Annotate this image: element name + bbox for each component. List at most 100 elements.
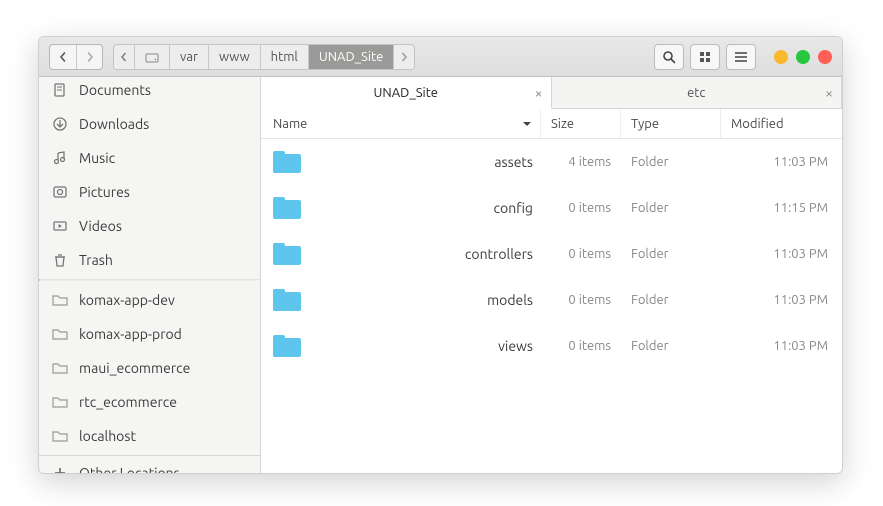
sidebar-item-label: Documents bbox=[79, 82, 151, 98]
music-icon bbox=[51, 149, 69, 167]
header-name-label: Name bbox=[273, 117, 307, 131]
search-button[interactable] bbox=[654, 44, 684, 70]
breadcrumb-disk[interactable] bbox=[135, 45, 170, 69]
sidebar-item-downloads[interactable]: Downloads bbox=[39, 107, 260, 141]
minimize-button[interactable] bbox=[774, 50, 788, 64]
sort-desc-icon bbox=[522, 120, 532, 128]
sidebar-item-label: Pictures bbox=[79, 184, 130, 200]
nav-buttons bbox=[49, 44, 103, 70]
sidebar-item-label: komax-app-dev bbox=[79, 292, 175, 308]
sidebar-item-label: Music bbox=[79, 150, 115, 166]
sidebar-item-label: maui_ecommerce bbox=[79, 360, 190, 376]
header-type[interactable]: Type bbox=[621, 109, 721, 138]
file-name: models bbox=[487, 292, 533, 308]
file-type: Folder bbox=[621, 185, 721, 231]
main-pane: UNAD_Site × etc × Name Size Type Modified a… bbox=[261, 77, 842, 473]
file-row[interactable]: controllers0 itemsFolder11:03 PM bbox=[261, 231, 842, 277]
chevron-left-icon bbox=[120, 52, 128, 62]
forward-button[interactable] bbox=[76, 45, 102, 69]
header-size-label: Size bbox=[551, 117, 574, 131]
close-button[interactable] bbox=[818, 50, 832, 64]
file-name: config bbox=[494, 200, 533, 216]
file-row[interactable]: models0 itemsFolder11:03 PM bbox=[261, 277, 842, 323]
grid-icon bbox=[699, 51, 711, 63]
header-modified-label: Modified bbox=[731, 117, 784, 131]
sidebar-item-label: komax-app-prod bbox=[79, 326, 182, 342]
sidebar-item-music[interactable]: Music bbox=[39, 141, 260, 175]
breadcrumb-root[interactable] bbox=[114, 45, 135, 69]
tab-close-button[interactable]: × bbox=[825, 85, 833, 101]
file-type: Folder bbox=[621, 277, 721, 323]
view-grid-button[interactable] bbox=[690, 44, 720, 70]
breadcrumb-seg-0[interactable]: var bbox=[170, 45, 209, 69]
breadcrumb-more[interactable] bbox=[394, 45, 414, 69]
documents-icon bbox=[51, 81, 69, 99]
trash-icon bbox=[51, 251, 69, 269]
tab-label: UNAD_Site bbox=[374, 86, 438, 100]
header-name[interactable]: Name bbox=[261, 109, 541, 138]
sidebar-item-pictures[interactable]: Pictures bbox=[39, 175, 260, 209]
breadcrumb-seg-1[interactable]: www bbox=[209, 45, 261, 69]
header-size[interactable]: Size bbox=[541, 109, 621, 138]
file-size: 0 items bbox=[541, 277, 621, 323]
sidebar-item-videos[interactable]: Videos bbox=[39, 209, 260, 243]
sidebar-item-label: localhost bbox=[79, 428, 136, 444]
sidebar-item-komax-app-dev[interactable]: komax-app-dev bbox=[39, 283, 260, 317]
breadcrumb-seg-2[interactable]: html bbox=[261, 45, 309, 69]
header-type-label: Type bbox=[631, 117, 659, 131]
file-manager-window: var www html UNAD_Site Documents Download… bbox=[38, 36, 843, 474]
file-name: assets bbox=[494, 154, 533, 170]
file-modified: 11:15 PM bbox=[721, 201, 842, 215]
videos-icon bbox=[51, 217, 69, 235]
sidebar-item-label: Trash bbox=[79, 252, 113, 268]
folder-icon bbox=[51, 291, 69, 309]
breadcrumb: var www html UNAD_Site bbox=[113, 44, 415, 70]
tab-UNAD_Site[interactable]: UNAD_Site × bbox=[261, 77, 552, 109]
disk-icon bbox=[145, 51, 159, 63]
file-type: Folder bbox=[621, 323, 721, 369]
chevron-right-icon bbox=[85, 52, 95, 62]
sidebar-item-trash[interactable]: Trash bbox=[39, 243, 260, 277]
sidebar-places: Documents Downloads Music Pictures Videos Tra… bbox=[39, 77, 260, 279]
tabs: UNAD_Site × etc × bbox=[261, 77, 842, 109]
sidebar-item-localhost[interactable]: localhost bbox=[39, 419, 260, 453]
sidebar-item-label: Downloads bbox=[79, 116, 149, 132]
sidebar-item-documents[interactable]: Documents bbox=[39, 77, 260, 107]
sidebar-item-rtc_ecommerce[interactable]: rtc_ecommerce bbox=[39, 385, 260, 419]
plus-icon bbox=[51, 464, 69, 473]
sidebar-bookmarks: komax-app-dev komax-app-prod maui_ecommerc… bbox=[39, 281, 260, 455]
breadcrumb-seg-3[interactable]: UNAD_Site bbox=[309, 45, 394, 69]
file-list: assets4 itemsFolder11:03 PMconfig0 items… bbox=[261, 139, 842, 473]
window-controls bbox=[774, 50, 832, 64]
file-size: 0 items bbox=[541, 323, 621, 369]
file-type: Folder bbox=[621, 139, 721, 185]
file-row[interactable]: config0 itemsFolder11:15 PM bbox=[261, 185, 842, 231]
maximize-button[interactable] bbox=[796, 50, 810, 64]
tab-label: etc bbox=[687, 86, 705, 100]
sidebar-item-maui_ecommerce[interactable]: maui_ecommerce bbox=[39, 351, 260, 385]
tab-etc[interactable]: etc × bbox=[552, 77, 843, 108]
pictures-icon bbox=[51, 183, 69, 201]
folder-icon bbox=[51, 325, 69, 343]
file-row[interactable]: assets4 itemsFolder11:03 PM bbox=[261, 139, 842, 185]
sidebar: Documents Downloads Music Pictures Videos Tra… bbox=[39, 77, 261, 473]
file-name: views bbox=[498, 338, 533, 354]
other-locations-label: Other Locations bbox=[79, 465, 180, 473]
sidebar-item-komax-app-prod[interactable]: komax-app-prod bbox=[39, 317, 260, 351]
back-button[interactable] bbox=[50, 45, 76, 69]
chevron-right-icon bbox=[400, 52, 408, 62]
folder-icon bbox=[273, 197, 301, 219]
toolbar: var www html UNAD_Site bbox=[39, 37, 842, 77]
folder-icon bbox=[51, 359, 69, 377]
tab-close-button[interactable]: × bbox=[535, 85, 543, 101]
menu-button[interactable] bbox=[726, 44, 756, 70]
search-icon bbox=[662, 50, 676, 64]
other-locations[interactable]: Other Locations bbox=[39, 455, 260, 473]
header-modified[interactable]: Modified bbox=[721, 117, 842, 131]
folder-icon bbox=[273, 151, 301, 173]
file-row[interactable]: views0 itemsFolder11:03 PM bbox=[261, 323, 842, 369]
file-type: Folder bbox=[621, 231, 721, 277]
folder-icon bbox=[51, 393, 69, 411]
sidebar-item-label: rtc_ecommerce bbox=[79, 394, 177, 410]
folder-icon bbox=[273, 243, 301, 265]
